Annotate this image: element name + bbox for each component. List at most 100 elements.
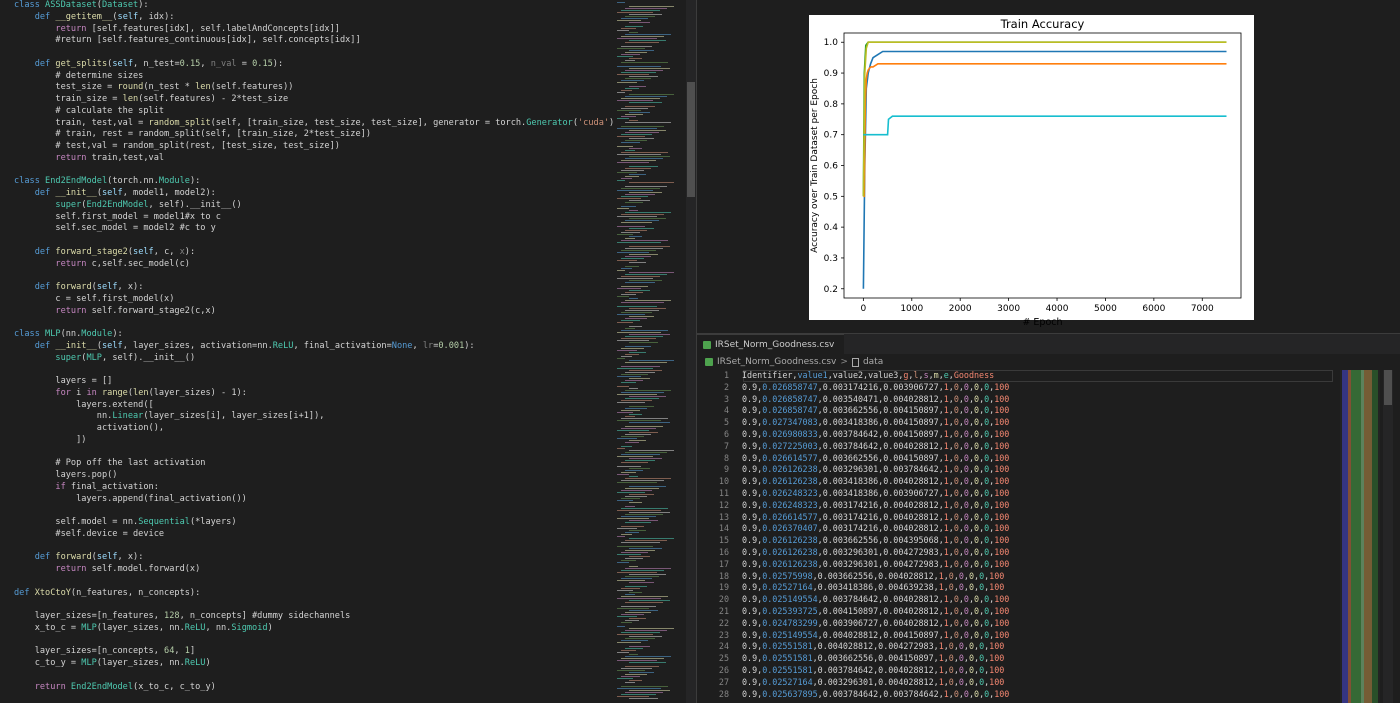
code-scrollbar-thumb[interactable] (687, 82, 695, 197)
minimap-line (617, 154, 661, 155)
code-line[interactable]: def forward(self, x): (14, 552, 144, 564)
minimap-line (629, 370, 662, 371)
csv-line[interactable]: 18 0.9,0.02575998,0.003662556,0.004028812… (697, 571, 1004, 583)
code-line[interactable]: # train, rest = random_split(self, [trai… (14, 129, 371, 141)
code-line[interactable]: if final_activation: (14, 482, 159, 494)
code-line[interactable]: class ASSDataset(Dataset): (14, 0, 149, 12)
csv-line[interactable]: 3 0.9,0.026858747,0.003540471,0.004028812… (697, 394, 1009, 406)
code-token: MLP (45, 329, 61, 339)
code-line[interactable]: # determine sizes (14, 71, 143, 83)
code-line[interactable]: layer_sizes=[n_features, 128, n_concepts… (14, 611, 351, 623)
code-line[interactable]: def forward_stage2(self, c, x): (14, 247, 195, 259)
tab-csv-file[interactable]: IRSet_Norm_Goodness.csv (697, 334, 845, 355)
code-line[interactable]: train, test,val = random_split(self, [tr… (14, 118, 615, 130)
code-line[interactable]: ]) (14, 435, 86, 447)
code-line[interactable]: layers.extend([ (14, 400, 154, 412)
code-line[interactable]: # Pop off the last activation (14, 458, 205, 470)
csv-line[interactable]: 17 0.9,0.026126238,0.003296301,0.00427298… (697, 559, 1009, 571)
code-editor[interactable]: class ASSDataset(Dataset): def __getitem… (0, 0, 615, 703)
code-line[interactable]: #return [self.features_continuous[idx], … (14, 35, 360, 47)
code-line[interactable]: # calculate the split (14, 106, 164, 118)
code-line[interactable]: for i in range(len(layer_sizes) - 1): (14, 388, 247, 400)
code-line[interactable]: def __init__(self, layer_sizes, activati… (14, 341, 475, 353)
code-token: def (14, 587, 35, 598)
csv-line[interactable]: 26 0.9,0.02551581,0.003784642,0.004028812… (697, 665, 1004, 677)
code-line[interactable]: self.model = nn.Sequential(*layers) (14, 517, 236, 529)
csv-line[interactable]: 10 0.9,0.026126238,0.003418386,0.00402881… (697, 476, 1009, 488)
code-line[interactable]: layers.pop() (14, 470, 117, 482)
code-line[interactable]: # test,val = random_split(rest, [test_si… (14, 141, 340, 153)
csv-cell: 0.003662556 (822, 452, 879, 463)
csv-line[interactable]: 21 0.9,0.025393725,0.004150897,0.00402881… (697, 606, 1009, 618)
csv-line[interactable]: 20 0.9,0.025149554,0.003784642,0.00402881… (697, 594, 1009, 606)
csv-line[interactable]: 6 0.9,0.026980833,0.003784642,0.004150897… (697, 429, 1009, 441)
code-minimap[interactable] (615, 0, 685, 703)
code-line[interactable]: test_size = round(n_test * len(self.feat… (14, 82, 293, 94)
code-line[interactable]: activation(), (14, 423, 164, 435)
code-line[interactable]: super(MLP, self).__init__() (14, 353, 195, 365)
csv-text-area[interactable]: 1 Identifier,value1,value2,value3,g,l,s,m… (697, 370, 1337, 703)
code-line[interactable]: def forward(self, x): (14, 282, 144, 294)
csv-line[interactable]: 16 0.9,0.026126238,0.003296301,0.00427298… (697, 547, 1009, 559)
minimap-line (617, 598, 661, 599)
csv-line[interactable]: 11 0.9,0.026248323,0.003418386,0.00390672… (697, 488, 1009, 500)
csv-line[interactable]: 14 0.9,0.026370407,0.003174216,0.00402881… (697, 523, 1009, 535)
code-line[interactable]: def __getitem__(self, idx): (14, 12, 175, 24)
code-line[interactable]: c = self.first_model(x) (14, 294, 174, 306)
breadcrumb-file[interactable]: IRSet_Norm_Goodness.csv (717, 354, 836, 370)
code-line[interactable]: layer_sizes=[n_concepts, 64, 1] (14, 646, 195, 658)
csv-line[interactable]: 1 Identifier,value1,value2,value3,g,l,s,m… (697, 370, 994, 382)
csv-line[interactable]: 2 0.9,0.026858747,0.003174216,0.003906727… (697, 382, 1009, 394)
csv-editor[interactable]: IRSet_Norm_Goodness.csv IRSet_Norm_Goodn… (697, 334, 1400, 703)
code-line[interactable]: nn.Linear(layer_sizes[i], layer_sizes[i+… (14, 411, 325, 423)
minimap-line (621, 188, 660, 189)
code-token: self (102, 340, 123, 351)
code-line[interactable]: self.first_model = model1#x to c (14, 212, 221, 224)
csv-line[interactable]: 4 0.9,0.026858747,0.003662556,0.004150897… (697, 405, 1009, 417)
csv-line[interactable]: 15 0.9,0.026126238,0.003662556,0.00439506… (697, 535, 1009, 547)
code-line[interactable]: class End2EndModel(torch.nn.Module): (14, 176, 200, 188)
code-line[interactable]: class MLP(nn.Module): (14, 329, 123, 341)
code-line[interactable]: super(End2EndModel, self).__init__() (14, 200, 241, 212)
csv-line[interactable]: 28 0.9,0.025637895,0.003784642,0.00378464… (697, 689, 1009, 701)
csv-scrollbar-thumb[interactable] (1384, 370, 1392, 405)
csv-scrollbar[interactable] (1383, 370, 1393, 703)
minimap-line (629, 262, 646, 263)
code-line[interactable]: return self.forward_stage2(c,x) (14, 306, 215, 318)
csv-line[interactable]: 13 0.9,0.026614577,0.003174216,0.00402881… (697, 512, 1009, 524)
csv-line[interactable]: 12 0.9,0.026248323,0.003174216,0.00402881… (697, 500, 1009, 512)
code-line[interactable]: layers.append(final_activation()) (14, 494, 247, 506)
breadcrumb-node[interactable]: data (863, 354, 883, 370)
code-line[interactable]: def get_splits(self, n_test=0.15, n_val … (14, 59, 283, 71)
csv-minimap[interactable] (1340, 370, 1380, 703)
minimap-line (629, 636, 662, 637)
code-line[interactable]: return [self.features[idx], self.labelAn… (14, 24, 340, 36)
minimap-line (625, 550, 655, 551)
csv-line[interactable]: 23 0.9,0.025149554,0.004028812,0.00415089… (697, 630, 1009, 642)
minimap-line (625, 354, 639, 355)
csv-line[interactable]: 7 0.9,0.027225003,0.003784642,0.004028812… (697, 441, 1009, 453)
csv-line[interactable]: 22 0.9,0.024783299,0.003906727,0.00402881… (697, 618, 1009, 630)
code-line[interactable]: self.sec_model = model2 #c to y (14, 223, 215, 235)
code-line[interactable]: c_to_y = MLP(layer_sizes, nn.ReLU) (14, 658, 211, 670)
code-line[interactable]: def __init__(self, model1, model2): (14, 188, 216, 200)
csv-line[interactable]: 19 0.9,0.02527164,0.003418386,0.004639238… (697, 582, 1004, 594)
csv-line[interactable]: 27 0.9,0.02527164,0.003296301,0.004028812… (697, 677, 1004, 689)
code-line[interactable]: return c,self.sec_model(c) (14, 259, 190, 271)
csv-line[interactable]: 5 0.9,0.027347083,0.003418386,0.004150897… (697, 417, 1009, 429)
code-line[interactable]: return End2EndModel(x_to_c, c_to_y) (14, 682, 216, 694)
csv-line[interactable]: 9 0.9,0.026126238,0.003296301,0.003784642… (697, 464, 1009, 476)
minimap-line (621, 570, 664, 571)
code-line[interactable]: #self.device = device (14, 529, 164, 541)
code-line[interactable]: def XtoCtoY(n_features, n_concepts): (14, 588, 200, 600)
code-line[interactable]: x_to_c = MLP(layer_sizes, nn.ReLU, nn.Si… (14, 623, 273, 635)
code-line[interactable]: return train,test,val (14, 153, 164, 165)
code-line[interactable]: train_size = len(self.features) - 2*test… (14, 94, 288, 106)
code-line[interactable]: layers = [] (14, 376, 112, 388)
csv-line[interactable]: 25 0.9,0.02551581,0.003662556,0.004150897… (697, 653, 1004, 665)
code-line[interactable]: return self.model.forward(x) (14, 564, 200, 576)
minimap-line (625, 648, 643, 649)
csv-line[interactable]: 24 0.9,0.02551581,0.004028812,0.004272983… (697, 641, 1004, 653)
csv-line[interactable]: 8 0.9,0.026614577,0.003662556,0.004150897… (697, 453, 1009, 465)
csv-cell: 0.025149554 (762, 629, 818, 640)
